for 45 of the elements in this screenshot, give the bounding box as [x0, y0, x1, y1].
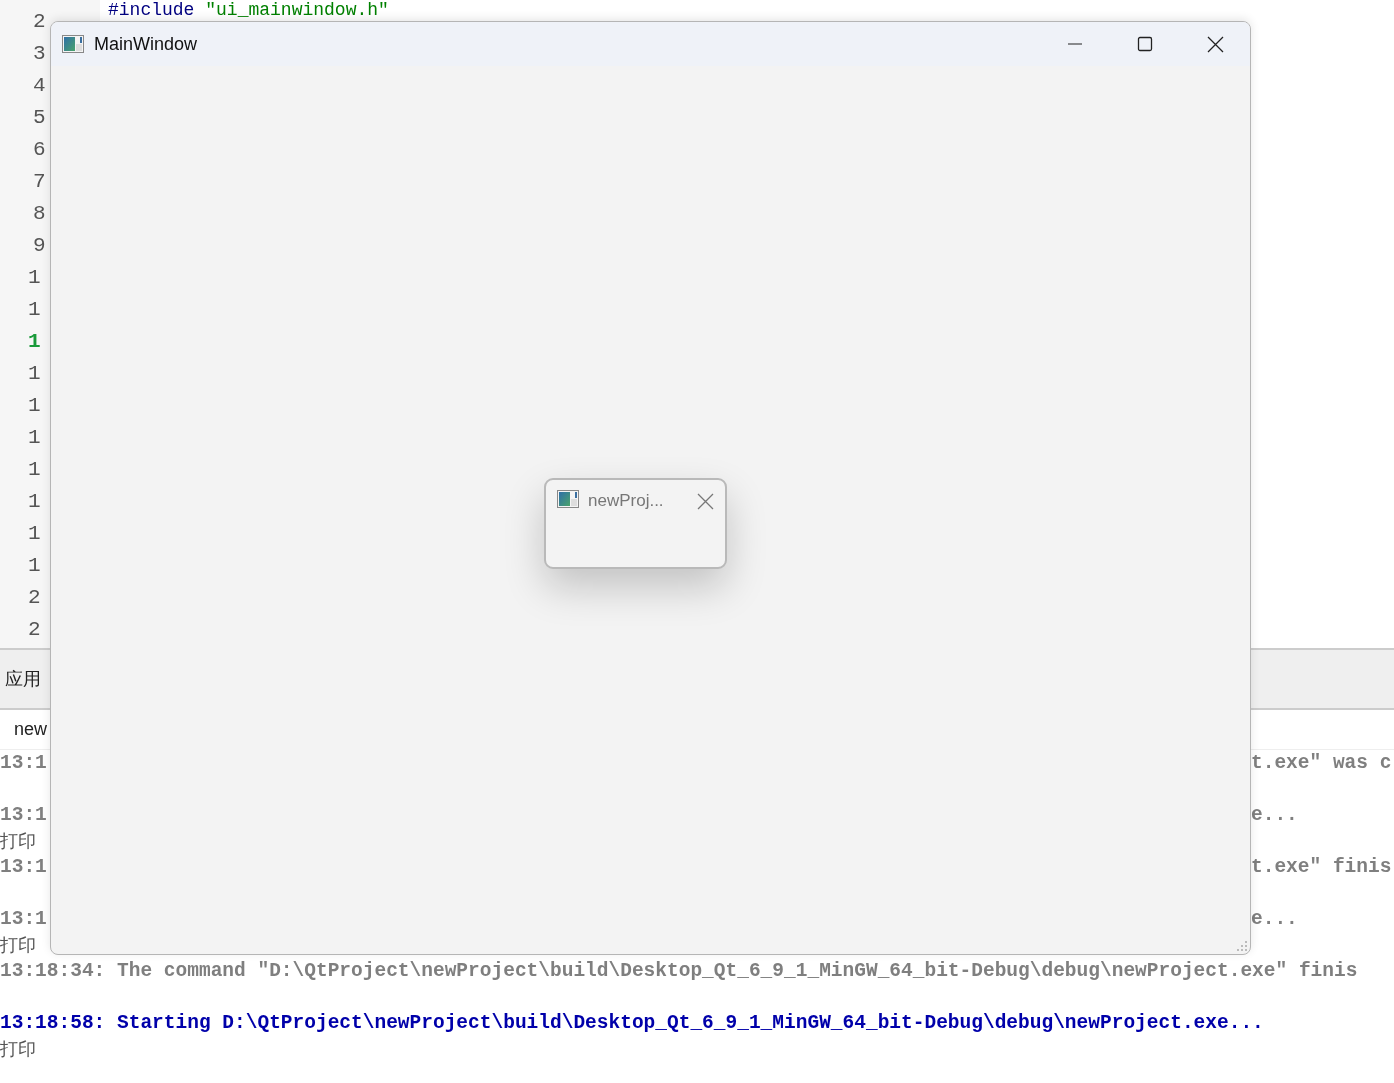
output-line: e... [1251, 804, 1298, 825]
line-number: 1 [28, 297, 41, 323]
line-number: 3 [33, 41, 46, 67]
resize-grip-icon[interactable] [1237, 941, 1247, 951]
minimize-icon [1067, 43, 1083, 45]
output-line: t.exe" finis [1251, 856, 1392, 877]
output-line: 打印 [0, 1038, 36, 1059]
line-number: 1 [28, 329, 41, 355]
line-number: 1 [28, 265, 41, 291]
output-line: 打印 [0, 934, 36, 955]
dialog-title: newProj... [588, 490, 665, 512]
output-line: 13:1 [0, 752, 47, 773]
output-line: 13:1 [0, 856, 47, 877]
close-icon [1206, 35, 1224, 53]
window-title: MainWindow [94, 32, 199, 56]
line-number: 4 [33, 73, 46, 99]
close-icon [696, 492, 714, 510]
output-line: 13:1 [0, 908, 47, 929]
output-line: t.exe" was c [1251, 752, 1392, 773]
line-number: 2 [28, 585, 41, 611]
line-number: 1 [28, 553, 41, 579]
output-line: e... [1251, 908, 1298, 929]
line-number: 2 [28, 617, 41, 643]
line-number: 7 [33, 169, 46, 195]
line-number: 9 [33, 233, 46, 259]
line-number: 2 [33, 9, 46, 35]
line-number: 1 [28, 489, 41, 515]
line-number: 1 [28, 393, 41, 419]
line-number: 1 [28, 521, 41, 547]
output-line: 打印 [0, 830, 36, 851]
output-line: 13:18:34: The command "D:\QtProject\newProject\build\Desktop_Qt_6_9_1_MinGW_64_bit-Debug\debug\newProject.exe" finis [0, 960, 1358, 981]
output-tab[interactable]: new [14, 716, 48, 743]
output-line: 13:18:58: Starting D:\QtProject\newProject\build\Desktop_Qt_6_9_1_MinGW_64_bit-Debug\debug\newProject.exe... [0, 1012, 1264, 1033]
app-icon [557, 490, 579, 508]
maximize-icon [1137, 36, 1153, 52]
line-number: 5 [33, 105, 46, 131]
app-icon [62, 35, 84, 53]
line-number: 1 [28, 425, 41, 451]
line-number: 1 [28, 457, 41, 483]
line-number: 6 [33, 137, 46, 163]
line-number: 1 [28, 361, 41, 387]
output-line: 13:1 [0, 804, 47, 825]
line-number: 8 [33, 201, 46, 227]
code-line: #include "ui_mainwindow.h" [108, 0, 389, 20]
panel-title: 应用 [5, 667, 41, 691]
